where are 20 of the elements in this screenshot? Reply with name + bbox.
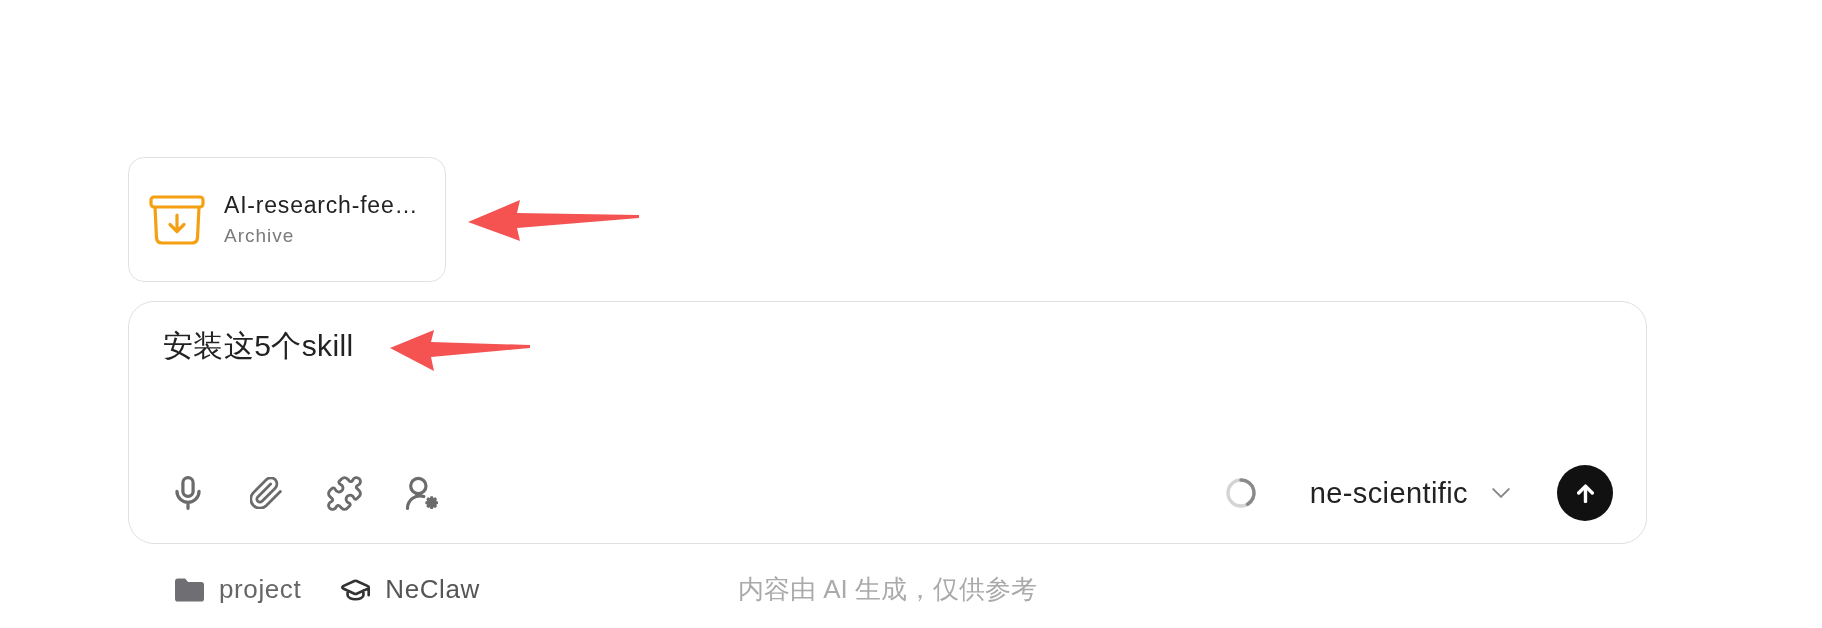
chevron-down-icon (1492, 488, 1510, 498)
microphone-icon (175, 476, 201, 510)
graduation-cap-icon (341, 578, 371, 601)
folder-icon (175, 577, 204, 602)
file-type: Archive (224, 225, 296, 247)
model-select[interactable]: ne-scientific (1297, 471, 1522, 515)
attachment-card[interactable]: AI-research-fee… Archive (128, 157, 446, 282)
archive-box-icon (149, 194, 205, 245)
arrow-up-icon (1576, 483, 1594, 503)
spinner-icon (1224, 477, 1257, 509)
send-button[interactable] (1557, 465, 1613, 521)
message-input[interactable]: 安装这5个skill (163, 326, 1613, 438)
file-name: AI-research-fee… (224, 192, 419, 219)
agent-button[interactable]: NeClaw (341, 574, 480, 605)
folder-button[interactable]: project (175, 574, 302, 605)
paperclip-icon (250, 477, 282, 509)
message-composer[interactable]: 安装这5个skill ne-scientific (128, 301, 1647, 544)
user-gear-icon (404, 475, 440, 511)
disclaimer-text: 内容由 AI 生成，仅供参考 (738, 573, 1037, 606)
puzzle-piece-icon (326, 475, 362, 511)
